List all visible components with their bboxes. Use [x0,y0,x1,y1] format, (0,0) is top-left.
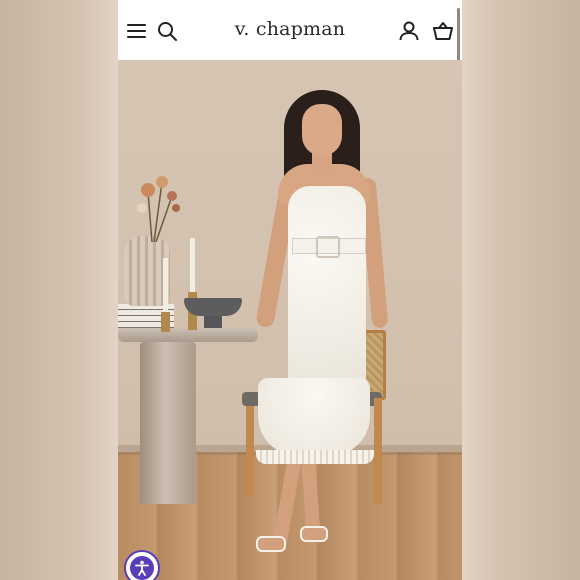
chair-leg [246,406,254,496]
belt-buckle [316,236,340,258]
lace-trim [256,450,374,464]
model-face [302,104,342,156]
stone-bowl-foot [204,316,222,328]
candle [163,258,168,318]
accessibility-button[interactable] [124,550,160,580]
blurred-backdrop-right [462,0,580,580]
chair-leg [374,398,382,504]
table-pedestal [140,342,196,504]
accessibility-icon [130,556,154,580]
candlestick [161,312,170,332]
blurred-backdrop-left [0,0,118,580]
table-top [118,328,258,342]
white-lace-dress [288,186,366,400]
app-screen: v. chapman [118,0,462,580]
white-sandal [256,536,286,552]
basket-icon[interactable] [432,20,454,42]
flower-arrangement [137,176,180,242]
stone-bowl [184,298,242,316]
user-icon[interactable] [398,20,420,42]
dress-ruffle-hem [258,378,370,456]
product-photo [118,60,462,580]
white-sandal [300,526,328,542]
site-header: v. chapman [118,0,462,126]
